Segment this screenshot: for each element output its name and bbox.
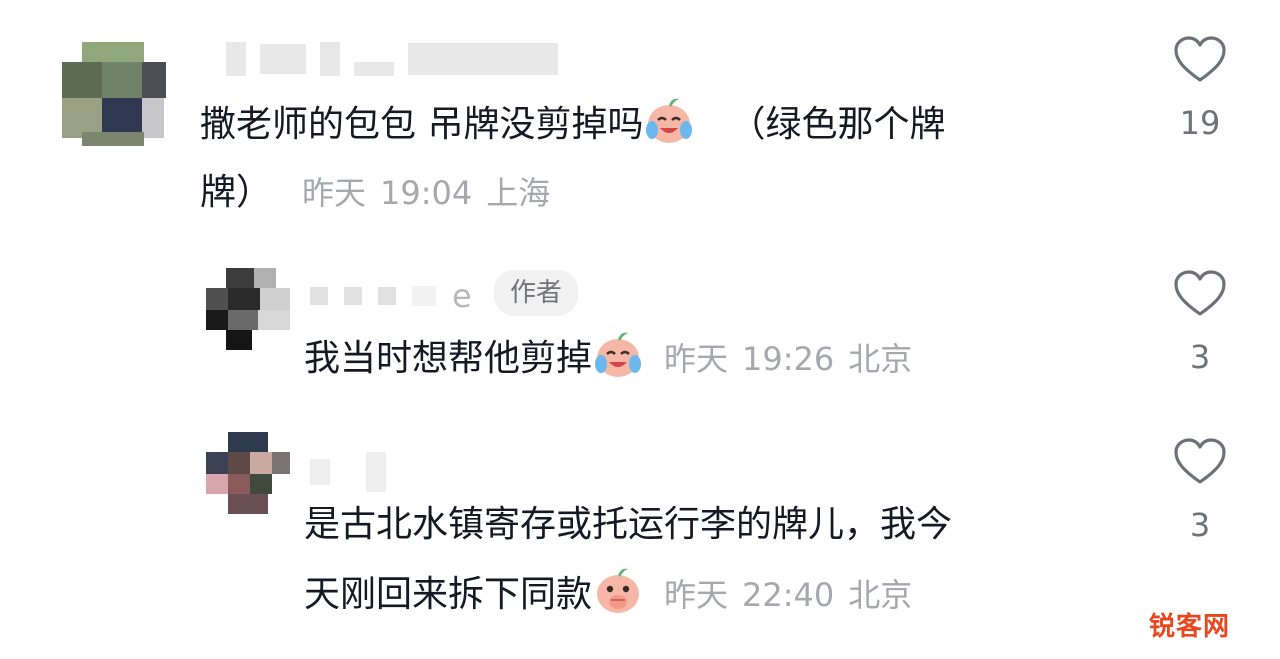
like-button[interactable]: 3 xyxy=(1170,270,1230,376)
crying-laugh-emoji-icon xyxy=(595,332,642,377)
heart-icon xyxy=(1174,36,1226,82)
comment-thread: 撒老师的包包 吊牌没剪掉吗 （绿色那个牌 牌） 昨天 19:04 上海 19 e… xyxy=(0,0,1280,659)
like-count: 3 xyxy=(1189,506,1211,544)
avatar[interactable] xyxy=(206,268,290,352)
username-blurred[interactable]: e xyxy=(310,280,472,312)
covering-mouth-emoji-icon xyxy=(597,568,640,613)
comment-meta: 昨天 22:40 北京 xyxy=(664,576,913,614)
username-blurred[interactable] xyxy=(226,42,558,76)
like-count: 19 xyxy=(1179,104,1221,142)
like-button[interactable]: 3 xyxy=(1170,438,1230,544)
avatar[interactable] xyxy=(62,42,166,146)
comment-text-line2: 天刚回来拆下同款 昨天 22:40 北京 xyxy=(304,554,912,636)
comment-text-line2: 牌） 昨天 19:04 上海 xyxy=(200,172,551,213)
crying-laugh-emoji-icon xyxy=(646,98,693,143)
site-watermark: 锐客网 xyxy=(1142,606,1236,643)
heart-icon xyxy=(1174,270,1226,316)
author-badge: 作者 xyxy=(494,270,579,316)
heart-icon xyxy=(1174,438,1226,484)
comment-meta: 昨天 19:04 上海 xyxy=(302,174,551,212)
comment-text: 我当时想帮他剪掉 昨天 19:26 北京 xyxy=(304,318,912,400)
like-count: 3 xyxy=(1189,338,1211,376)
like-button[interactable]: 19 xyxy=(1170,36,1230,142)
comment-meta: 昨天 19:26 北京 xyxy=(664,340,913,378)
avatar[interactable] xyxy=(206,432,290,516)
